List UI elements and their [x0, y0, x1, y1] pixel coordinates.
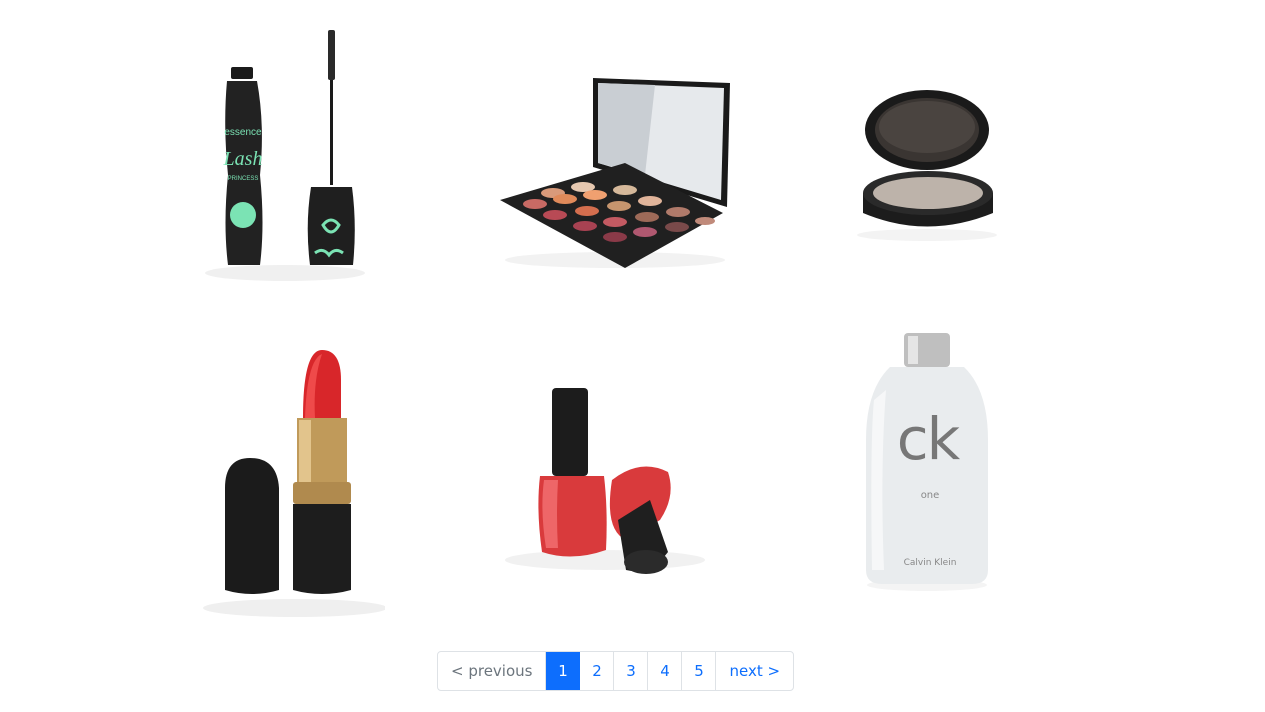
product-nail-polish[interactable]: [500, 380, 710, 580]
svg-text:Lash: Lash: [223, 148, 263, 170]
product-mascara[interactable]: essence Lash PRINCESS: [195, 25, 375, 295]
ck-logo-text: ck: [896, 405, 960, 473]
perfume-brand-text: Calvin Klein: [903, 558, 957, 568]
page-button-1[interactable]: 1: [546, 652, 581, 690]
next-page-button[interactable]: next >: [716, 652, 793, 690]
nail-polish-image: [505, 388, 705, 574]
product-perfume[interactable]: ck one Calvin Klein: [860, 330, 995, 592]
compact-image: [857, 90, 997, 241]
page-button-4[interactable]: 4: [648, 652, 683, 690]
perfume-sub-text: one: [920, 490, 940, 501]
page-button-2[interactable]: 2: [580, 652, 615, 690]
page-button-5[interactable]: 5: [682, 652, 717, 690]
product-eyeshadow-palette[interactable]: [495, 75, 735, 275]
mascara-image: essence Lash PRINCESS: [205, 30, 365, 281]
previous-page-button[interactable]: < previous: [438, 652, 547, 690]
pagination: < previous 1 2 3 4 5 next >: [437, 651, 795, 691]
product-grid: essence Lash PRINCESS ck one Calvin Klei…: [0, 0, 1265, 640]
palette-image: [500, 78, 730, 268]
svg-text:essence: essence: [224, 127, 262, 138]
svg-text:PRINCESS: PRINCESS: [228, 176, 259, 182]
product-lipstick[interactable]: [195, 340, 385, 625]
product-compact-powder[interactable]: [855, 85, 1005, 245]
page-button-3[interactable]: 3: [614, 652, 649, 690]
lipstick-image: [203, 350, 385, 617]
